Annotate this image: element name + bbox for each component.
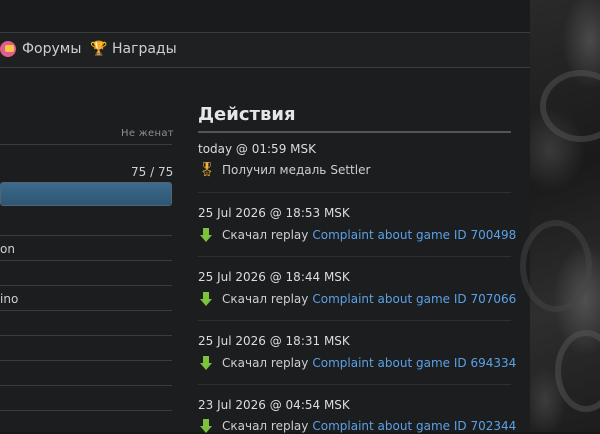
activity-text: Скачал replay <box>222 419 309 433</box>
activity-text: Скачал replay <box>222 292 309 306</box>
divider <box>0 335 172 336</box>
download-icon <box>198 355 214 371</box>
actions-title-rule <box>198 131 511 133</box>
progress-count: 75 / 75 <box>131 165 174 179</box>
entry-separator <box>198 192 511 193</box>
activity-item: Скачал replay Complaint about game ID 70… <box>198 291 516 307</box>
main-panel: Форумы 🏆 Награды Не женат 75 / 75 on ino… <box>0 0 530 433</box>
replay-link[interactable]: Complaint about game ID 702344 <box>312 419 516 433</box>
divider <box>0 285 172 286</box>
profile-field-fragment: on <box>0 242 15 256</box>
activity-text: Скачал replay <box>222 356 309 370</box>
replay-link[interactable]: Complaint about game ID 700498 <box>312 228 516 242</box>
divider <box>0 235 172 236</box>
forum-icon <box>0 41 16 57</box>
replay-link[interactable]: Complaint about game ID 694334 <box>312 356 516 370</box>
nav-bar: Форумы 🏆 Награды <box>0 32 530 68</box>
nav-item-label: Форумы <box>22 41 82 57</box>
divider <box>0 260 172 261</box>
progress-bar <box>0 182 172 206</box>
activity-time: 23 Jul 2026 @ 04:54 MSK <box>198 398 350 412</box>
activity-time: 25 Jul 2026 @ 18:53 MSK <box>198 206 350 220</box>
divider <box>0 144 172 145</box>
relationship-status: Не женат <box>121 128 174 139</box>
divider <box>0 310 172 311</box>
nav-item-label: Награды <box>112 41 177 57</box>
actions-title: Действия <box>198 104 296 125</box>
activity-time: 25 Jul 2026 @ 18:31 MSK <box>198 334 350 348</box>
top-strip <box>0 0 530 32</box>
divider <box>0 360 172 361</box>
entry-separator <box>198 384 511 385</box>
replay-link[interactable]: Complaint about game ID 707066 <box>312 292 516 306</box>
activity-time: today @ 01:59 MSK <box>198 142 316 156</box>
activity-text: Получил медаль <box>222 163 327 177</box>
nav-item-awards[interactable]: 🏆 Награды <box>90 41 177 57</box>
divider <box>0 410 172 411</box>
entry-separator <box>198 320 511 321</box>
activity-item: Скачал replay Complaint about game ID 70… <box>198 227 516 243</box>
download-icon <box>198 291 214 307</box>
trophy-icon: 🏆 <box>90 41 108 57</box>
activity-item: Скачал replay Complaint about game ID 69… <box>198 355 516 371</box>
medal-name: Settler <box>330 163 371 177</box>
progress-bar-fill <box>1 183 171 205</box>
activity-item: 🎖 Получил медаль Settler <box>198 162 370 178</box>
entry-separator <box>198 256 511 257</box>
activity-time: 25 Jul 2026 @ 18:44 MSK <box>198 270 350 284</box>
medal-icon: 🎖 <box>198 162 216 178</box>
background-artwork <box>520 0 600 432</box>
activity-text: Скачал replay <box>222 228 309 242</box>
profile-field-fragment: ino <box>0 292 19 306</box>
divider <box>0 385 172 386</box>
download-icon <box>198 227 214 243</box>
nav-item-forums[interactable]: Форумы <box>0 41 81 57</box>
